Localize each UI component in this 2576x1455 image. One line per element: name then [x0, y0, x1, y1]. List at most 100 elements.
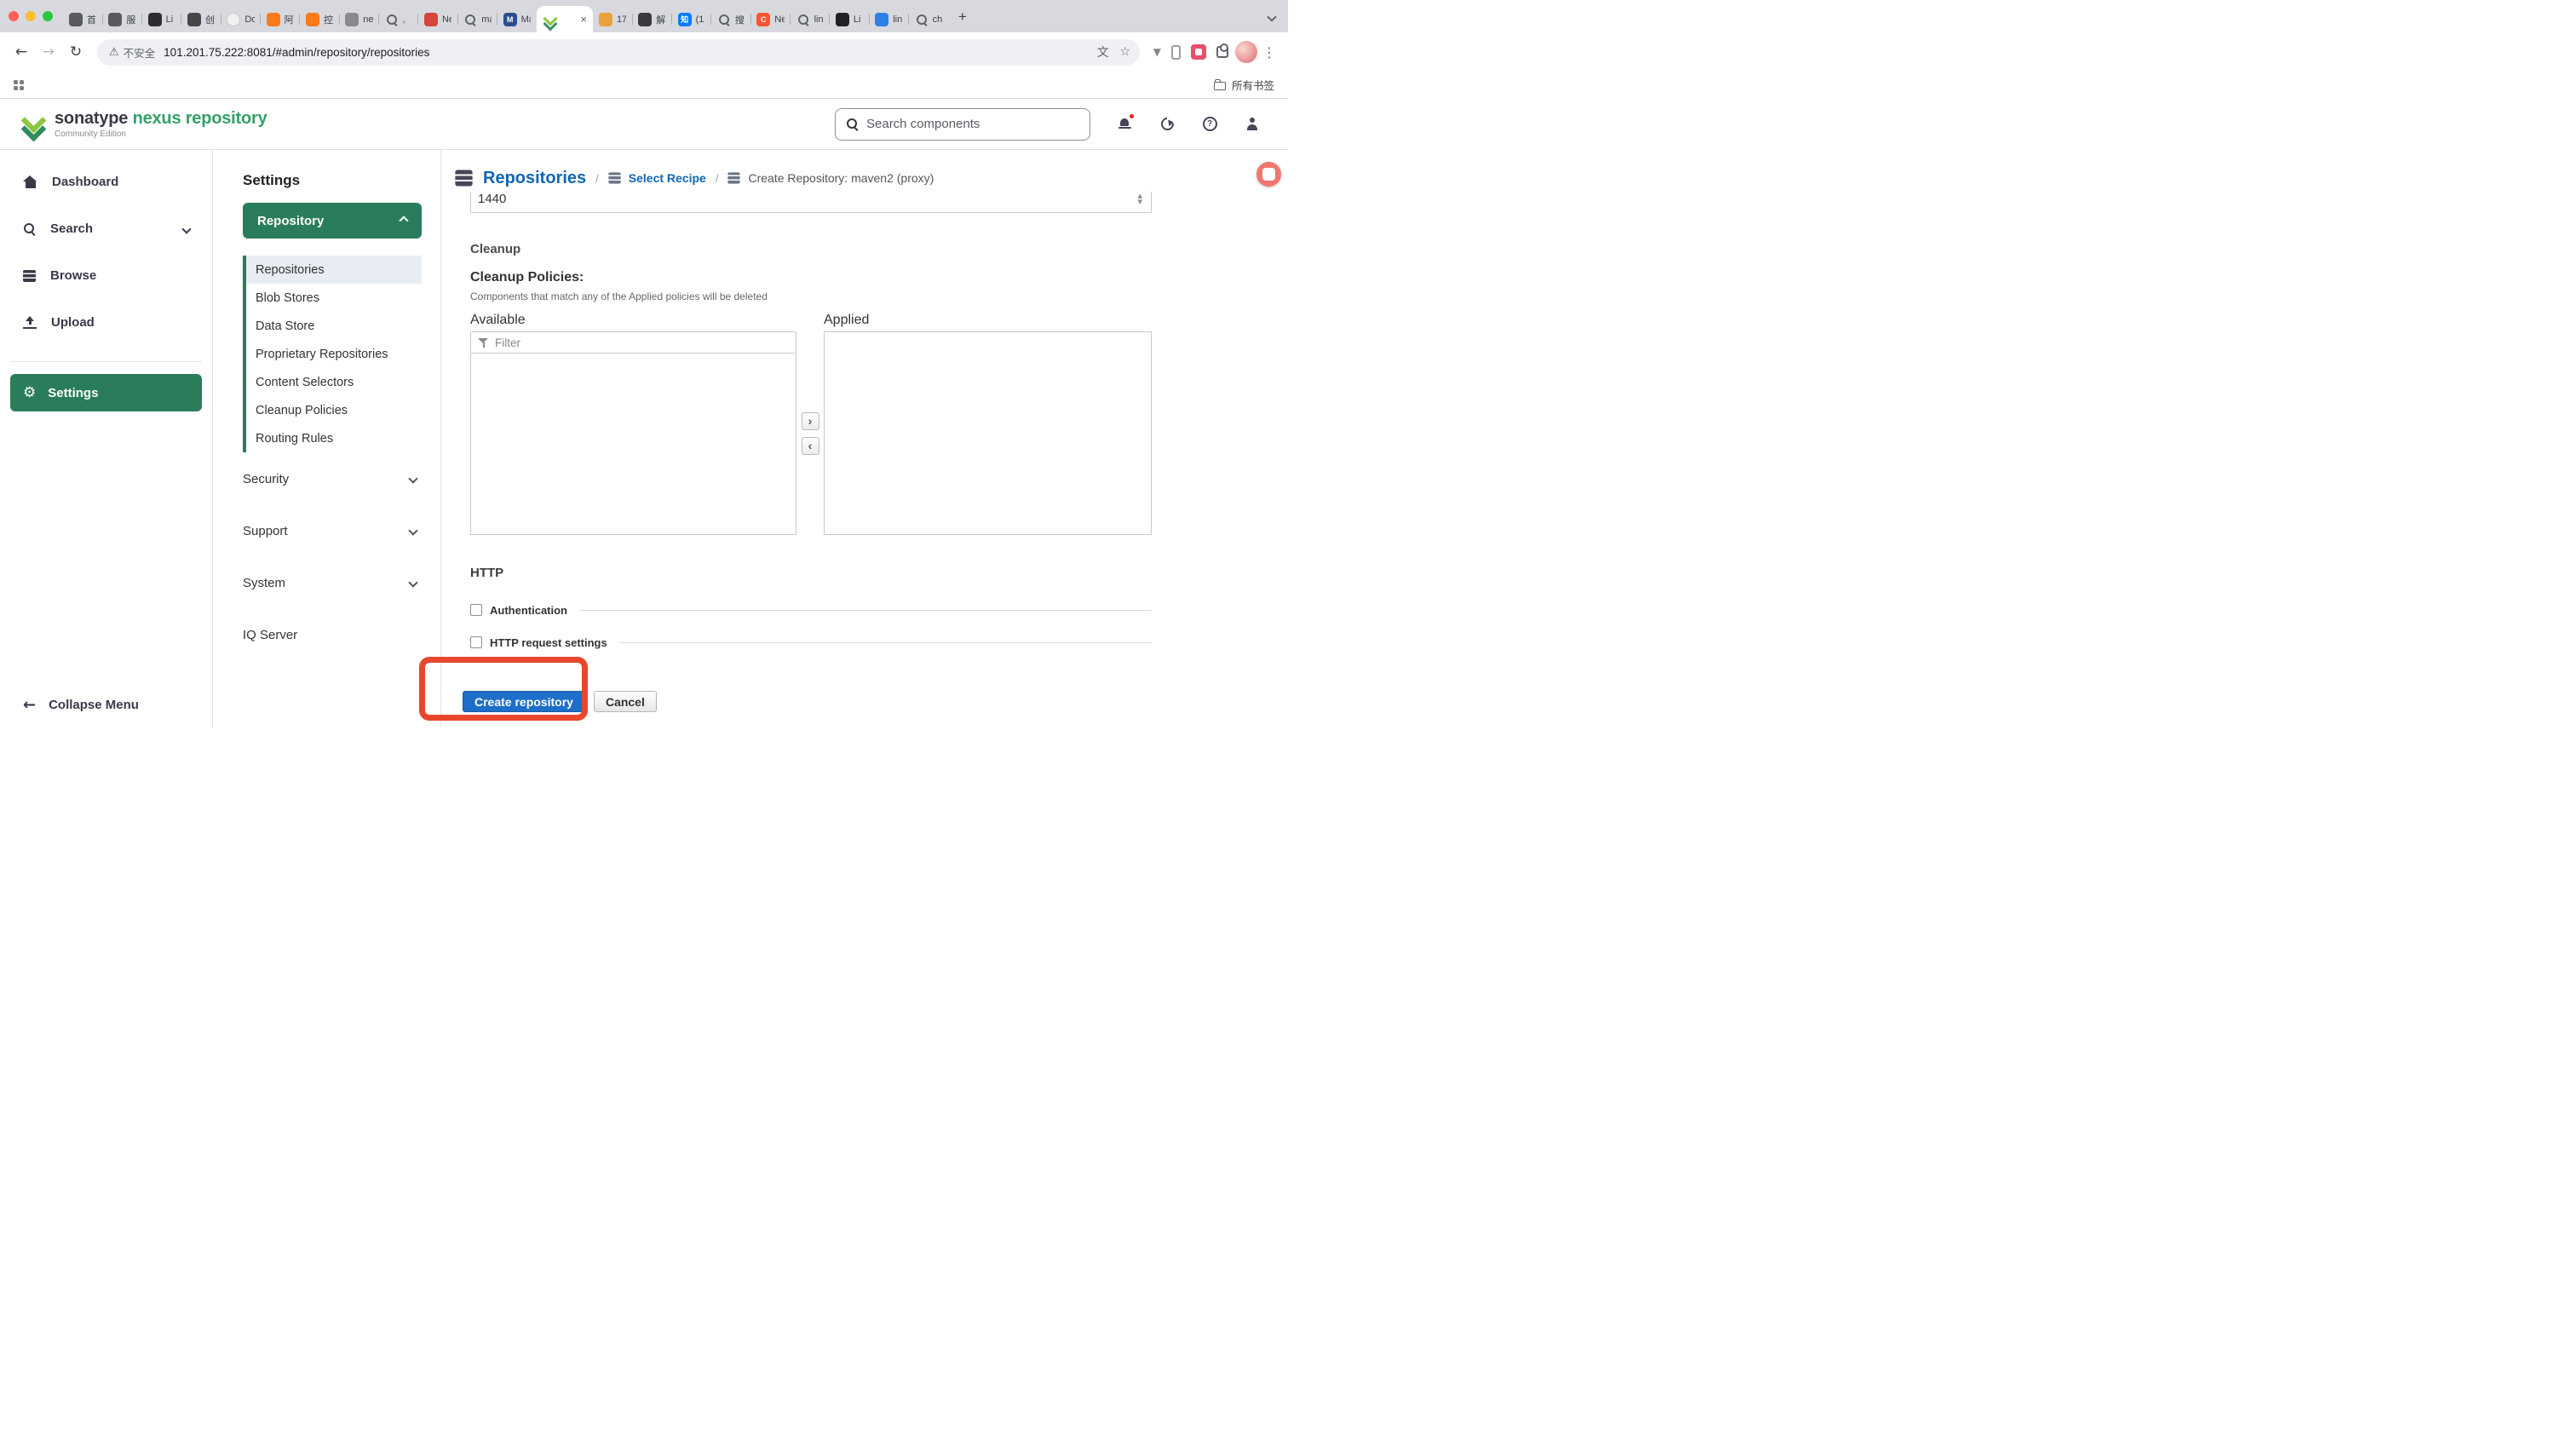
- sidebar-item[interactable]: Browse: [0, 252, 212, 299]
- browser-tab[interactable]: 17: [593, 6, 632, 32]
- v-extension-icon[interactable]: ▼: [1153, 46, 1161, 58]
- browser-tab[interactable]: lin: [869, 6, 908, 32]
- breadcrumb: Repositories / Select Recipe / Create Re…: [441, 150, 1288, 192]
- security-warning[interactable]: ⚠ 不安全: [109, 44, 164, 60]
- component-search[interactable]: [835, 108, 1090, 141]
- browser-tab[interactable]: C Ne: [750, 6, 790, 32]
- device-extension-icon[interactable]: [1171, 45, 1181, 60]
- settings-nav-section[interactable]: Security: [243, 471, 422, 486]
- settings-nav-item[interactable]: Cleanup Policies: [246, 396, 422, 424]
- browser-tab[interactable]: Li: [142, 6, 181, 32]
- minimize-window-button[interactable]: [26, 11, 36, 21]
- browser-tab[interactable]: Li: [830, 6, 869, 32]
- user-icon[interactable]: [1244, 116, 1261, 133]
- forward-button[interactable]: →: [36, 39, 61, 65]
- extensions-puzzle-icon[interactable]: [1216, 46, 1228, 58]
- browser-tab[interactable]: 解: [632, 6, 671, 32]
- settings-nav-item[interactable]: Routing Rules: [246, 424, 422, 452]
- close-window-button[interactable]: [9, 11, 19, 21]
- browser-tab[interactable]: ne: [339, 6, 378, 32]
- settings-nav-item[interactable]: Proprietary Repositories: [246, 340, 422, 368]
- browser-tab[interactable]: 阿: [261, 6, 300, 32]
- component-search-input[interactable]: [866, 117, 1079, 131]
- chevron-down-icon: [408, 526, 417, 535]
- move-left-button[interactable]: ‹: [802, 437, 819, 455]
- ttl-input[interactable]: [478, 192, 1138, 206]
- notifications-bell-icon[interactable]: [1116, 116, 1133, 133]
- cleanup-policies-title: Cleanup Policies:: [470, 270, 1288, 285]
- applied-list[interactable]: [824, 331, 1152, 535]
- sidebar-item-label: Browse: [50, 268, 96, 283]
- sidebar-item[interactable]: Search: [0, 205, 212, 252]
- sidebar-item[interactable]: Dashboard: [0, 158, 212, 205]
- settings-nav-section[interactable]: System: [243, 575, 422, 590]
- address-bar[interactable]: ⚠ 不安全 101.201.75.222:8081/#admin/reposit…: [97, 39, 1140, 66]
- browser-tab[interactable]: M Ma: [497, 6, 537, 32]
- tab-title: Ne: [442, 14, 451, 25]
- browser-tab[interactable]: lin: [791, 6, 830, 32]
- tab-close-icon[interactable]: ×: [580, 14, 587, 25]
- translate-icon[interactable]: 文: [1092, 41, 1114, 63]
- pink-extension-icon[interactable]: [1191, 44, 1206, 60]
- browser-tab[interactable]: 服: [102, 6, 141, 32]
- breadcrumb-select-recipe[interactable]: Select Recipe: [629, 171, 706, 185]
- filter-field[interactable]: [470, 331, 796, 354]
- browser-tab[interactable]: ch: [909, 6, 948, 32]
- browser-tab[interactable]: 控: [300, 6, 339, 32]
- number-stepper[interactable]: ▲ ▼: [1138, 193, 1142, 204]
- chevron-down-icon: [408, 578, 417, 587]
- settings-nav-item[interactable]: Content Selectors: [246, 368, 422, 396]
- move-right-button[interactable]: ›: [802, 412, 819, 430]
- all-bookmarks-button[interactable]: 所有书签: [1214, 77, 1274, 93]
- browser-tab[interactable]: 搜: [711, 6, 750, 32]
- new-tab-button[interactable]: +: [952, 6, 974, 28]
- back-button[interactable]: ←: [9, 39, 34, 65]
- maximize-window-button[interactable]: [43, 11, 53, 21]
- tab-title: 搜: [735, 13, 745, 26]
- reload-button[interactable]: ↻: [63, 39, 89, 65]
- tab-title: 服: [126, 13, 135, 26]
- browser-tab[interactable]: 首: [63, 6, 102, 32]
- tab-search-button[interactable]: [1261, 6, 1283, 28]
- browser-tab[interactable]: ma: [457, 6, 497, 32]
- apps-grid-icon[interactable]: [14, 80, 24, 90]
- extension-floating-badge[interactable]: [1256, 162, 1281, 187]
- collapse-menu-label: Collapse Menu: [49, 698, 139, 712]
- browser-tab[interactable]: ,: [379, 6, 418, 32]
- bookmark-star-icon[interactable]: ☆: [1114, 41, 1136, 63]
- stepper-up-icon[interactable]: ▲: [1138, 193, 1142, 198]
- settings-nav-section[interactable]: IQ Server: [243, 627, 422, 642]
- available-list[interactable]: [470, 354, 796, 535]
- http-request-settings-checkbox[interactable]: [470, 636, 482, 648]
- sidebar-item-settings[interactable]: ⚙ Settings: [10, 374, 202, 411]
- settings-nav-item[interactable]: Blob Stores: [246, 284, 422, 312]
- browser-tab[interactable]: Ne: [418, 6, 457, 32]
- breadcrumb-root[interactable]: Repositories: [483, 169, 586, 188]
- form-scroll-area[interactable]: ▲ ▼ Cleanup Cleanup Policies: Components…: [441, 192, 1288, 728]
- cancel-button[interactable]: Cancel: [594, 691, 657, 712]
- help-icon[interactable]: ?: [1201, 116, 1218, 133]
- url-text[interactable]: 101.201.75.222:8081/#admin/repository/re…: [164, 46, 1092, 59]
- ttl-field[interactable]: ▲ ▼: [470, 192, 1152, 213]
- filter-input[interactable]: [495, 336, 789, 349]
- sidebar-item[interactable]: Upload: [0, 299, 212, 346]
- sync-icon[interactable]: [1159, 116, 1176, 133]
- browser-menu-icon[interactable]: ⋮: [1259, 44, 1279, 60]
- warning-icon: ⚠: [109, 46, 119, 59]
- authentication-checkbox[interactable]: [470, 604, 482, 616]
- settings-nav-section[interactable]: Support: [243, 523, 422, 538]
- create-repository-button[interactable]: Create repository: [463, 691, 585, 712]
- collapse-menu-button[interactable]: ← Collapse Menu: [23, 696, 139, 714]
- tab-title: 创: [205, 13, 215, 26]
- browser-tab[interactable]: Do: [221, 6, 260, 32]
- browser-tab[interactable]: 创: [181, 6, 221, 32]
- browser-tab[interactable]: 知 (1: [672, 6, 711, 32]
- settings-nav-item[interactable]: Repositories: [246, 256, 422, 284]
- stepper-down-icon[interactable]: ▼: [1138, 199, 1142, 204]
- settings-nav-item[interactable]: Data Store: [246, 312, 422, 340]
- browser-tab[interactable]: ×: [537, 6, 593, 32]
- available-label: Available: [470, 313, 796, 328]
- breadcrumb-separator: /: [595, 172, 599, 185]
- profile-avatar[interactable]: [1235, 41, 1257, 63]
- repository-accordion-header[interactable]: Repository: [243, 203, 422, 239]
